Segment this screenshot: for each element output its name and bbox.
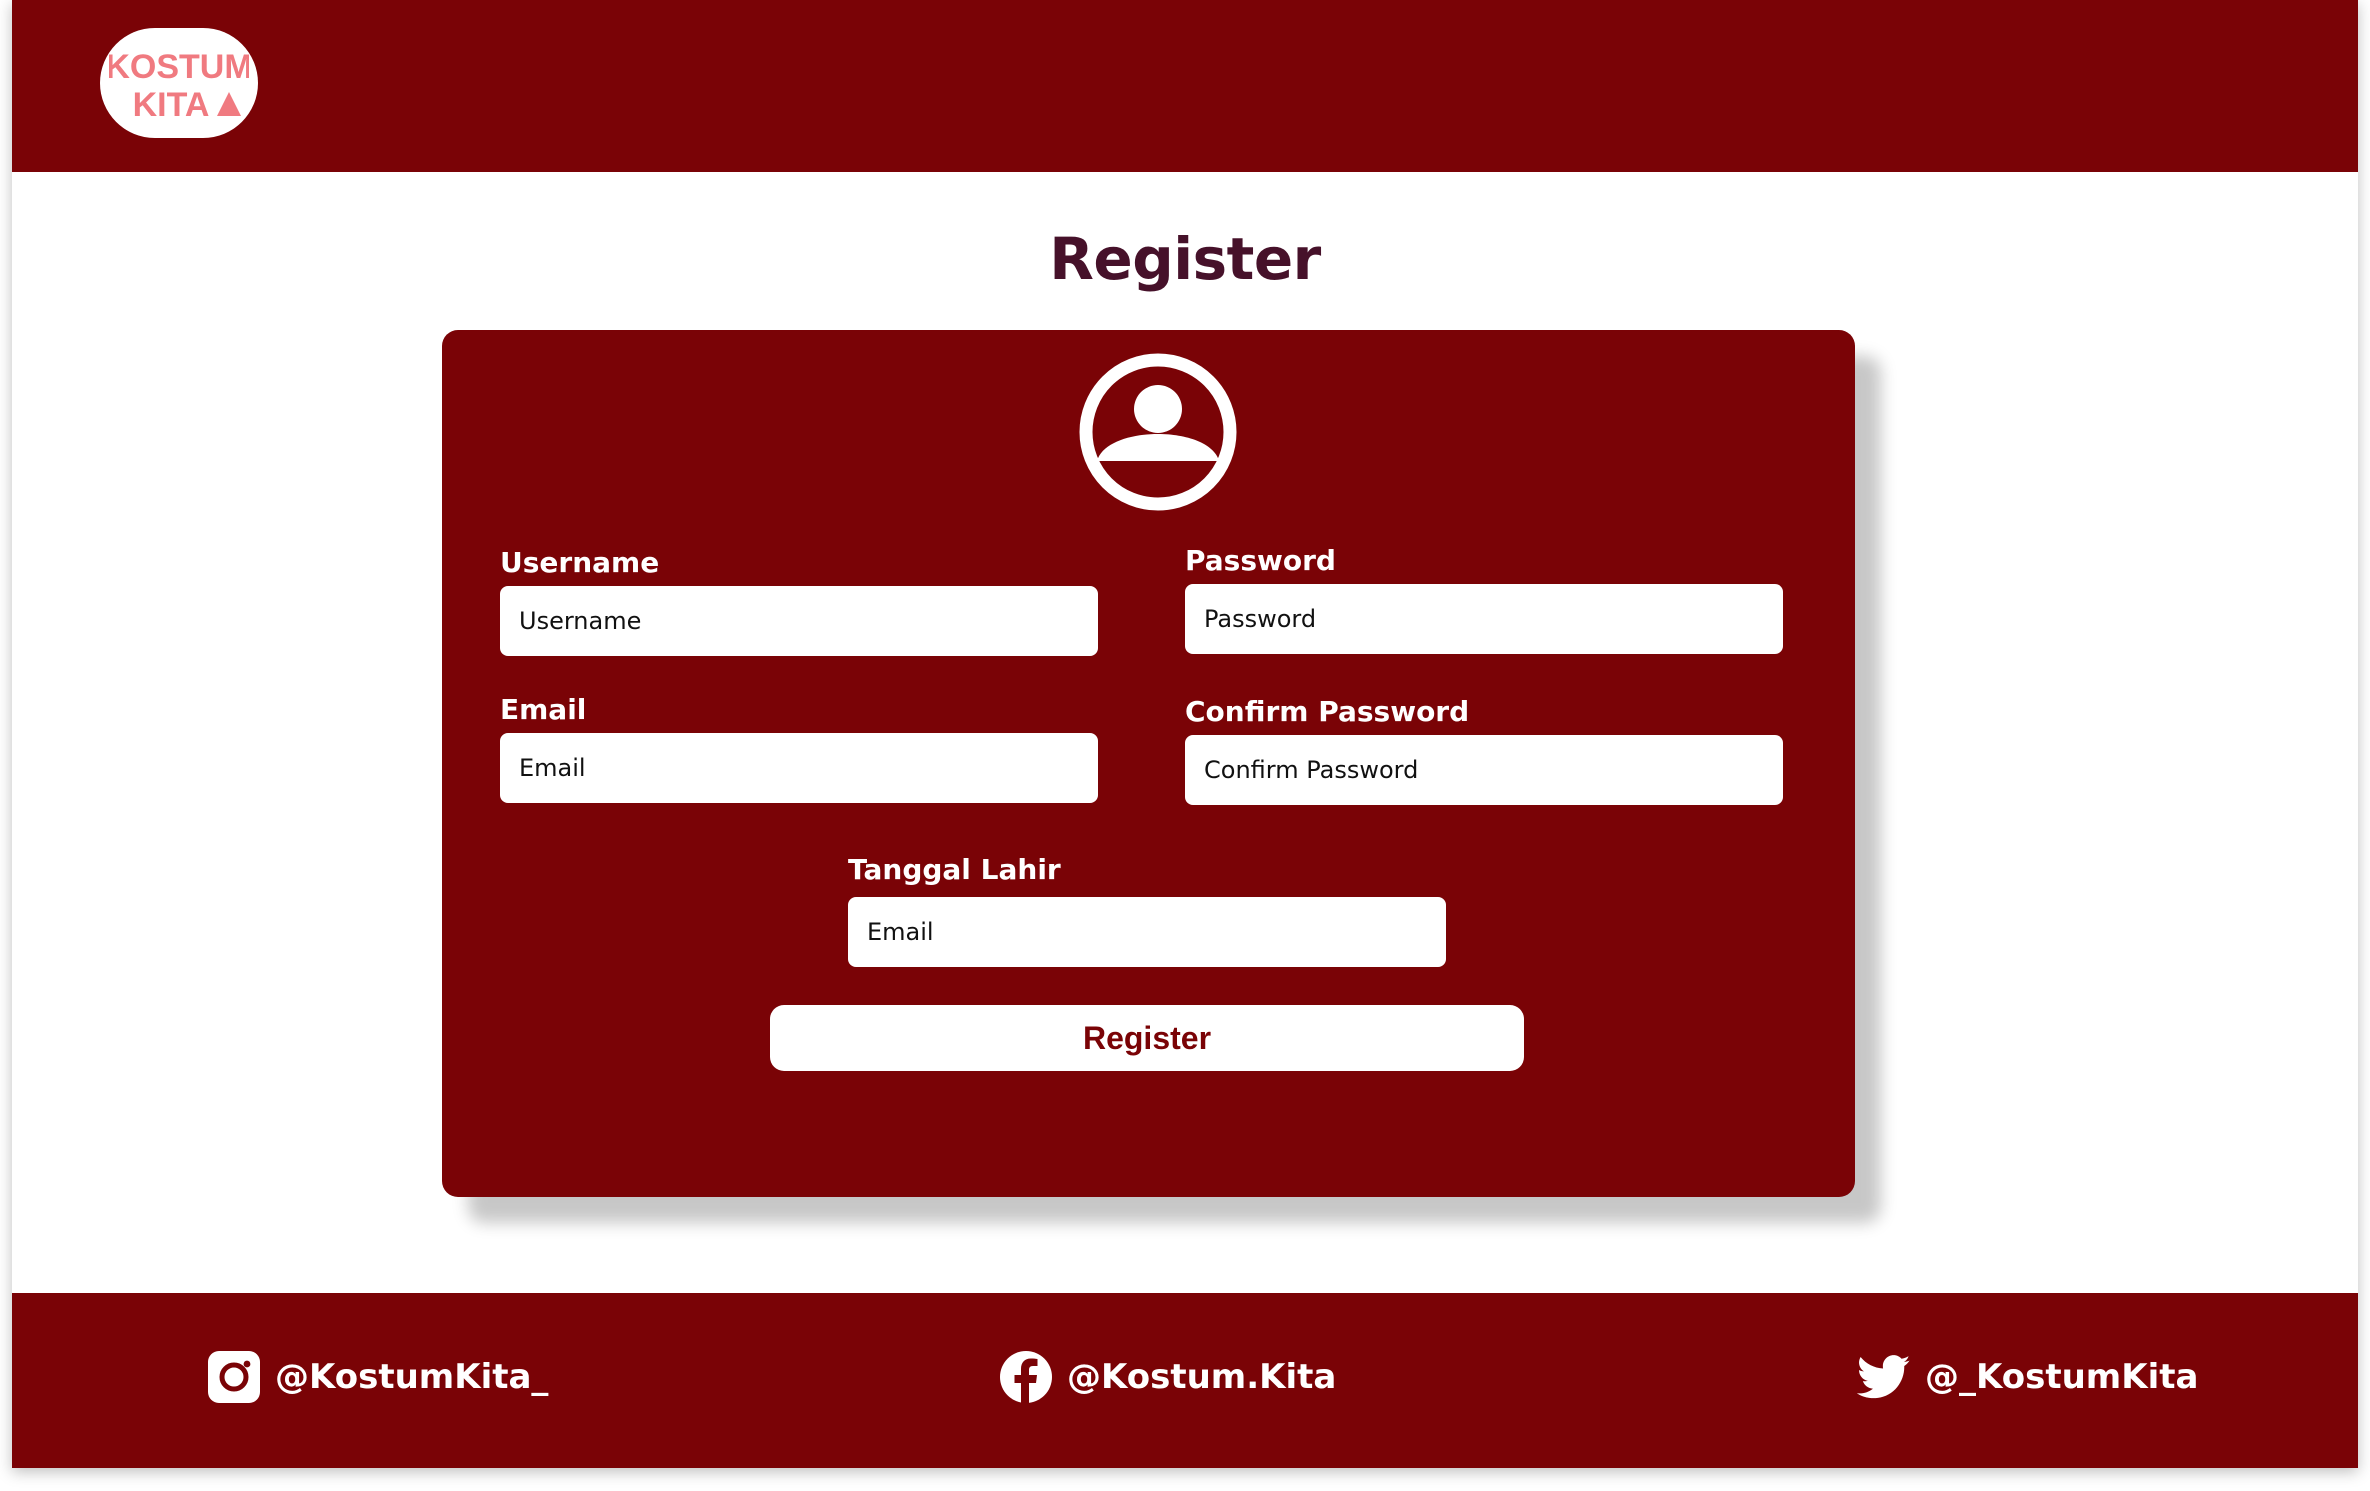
user-circle-icon [1079,353,1237,511]
birth-date-label: Tanggal Lahir [848,853,1061,886]
logo-line-1: KOSTUM [109,48,249,86]
twitter-handle: @_KostumKita [1925,1357,2199,1397]
twitter-icon [1857,1355,1911,1399]
register-form: Username Password Email Confirm Password… [442,330,1855,1197]
instagram-link[interactable]: @KostumKita_ [207,1349,548,1405]
facebook-link[interactable]: @Kostum.Kita [999,1349,1336,1405]
page-title: Register [1049,225,1321,293]
confirm-password-input[interactable] [1185,735,1783,805]
logo-mark-icon: KOSTUM KITA [109,48,249,124]
facebook-icon [1000,1351,1052,1404]
password-label: Password [1185,544,1336,577]
page: KOSTUM KITA Register Username Password E… [12,0,2358,1468]
header-bar: KOSTUM KITA [12,0,2358,172]
footer-bar: @KostumKita_ @Kostum.Kita @_KostumKita [12,1293,2358,1468]
instagram-handle: @KostumKita_ [275,1357,549,1397]
confirm-password-label: Confirm Password [1185,695,1470,728]
username-input[interactable] [500,586,1098,656]
instagram-icon [208,1351,260,1403]
logo[interactable]: KOSTUM KITA [100,28,258,138]
logo-line-2: KITA [133,86,210,124]
logo-triangle [217,92,241,116]
password-input[interactable] [1185,584,1783,654]
facebook-handle: @Kostum.Kita [1067,1357,1337,1397]
register-button[interactable]: Register [770,1005,1524,1071]
birth-date-input[interactable] [848,897,1446,967]
username-label: Username [500,546,660,579]
email-input[interactable] [500,733,1098,803]
email-label: Email [500,693,587,726]
twitter-link[interactable]: @_KostumKita [1857,1349,2198,1405]
